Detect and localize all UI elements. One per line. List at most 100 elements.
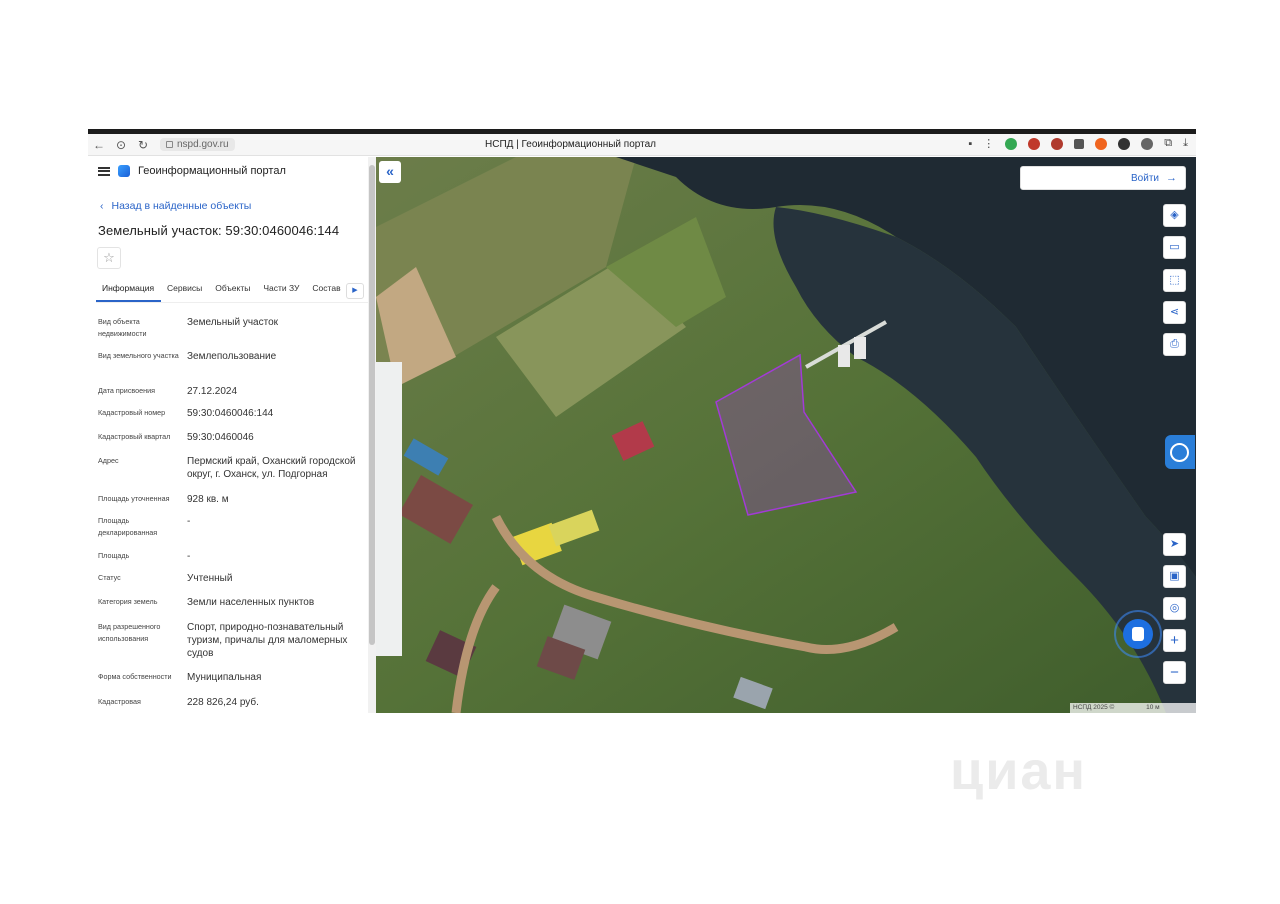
portal-logo-icon xyxy=(118,165,130,177)
select-area-icon: ⬚ xyxy=(1169,274,1180,286)
address-bar[interactable]: nspd.gov.ru xyxy=(160,138,235,151)
property-value: - xyxy=(187,516,191,527)
zoom-out-button[interactable]: − xyxy=(1163,661,1186,684)
portal-name: Геоинформационный портал xyxy=(138,165,286,177)
attribution-text: НСПД 2025 © xyxy=(1073,704,1115,711)
tab-objects[interactable]: Объекты xyxy=(209,279,257,302)
share-button[interactable]: ⋖ xyxy=(1163,301,1186,324)
navigation-icon: ➤ xyxy=(1169,538,1180,550)
property-value: Землепользование xyxy=(187,351,277,362)
map-view[interactable]: « Войти → ◈ ▭ ⬚ ⋖ ⎙ ➤ ▣ ◎ + − НСПД 2025 … xyxy=(376,157,1196,713)
property-label: Статус xyxy=(98,573,121,582)
extensions-bar: ▪ ⋮ ⧉ ⤓ xyxy=(968,137,1188,150)
assistant-icon xyxy=(1123,619,1153,649)
login-arrow-icon: → xyxy=(1166,172,1177,184)
property-label: Вид разрешенного использования xyxy=(98,622,161,643)
property-value: 228 826,24 руб. xyxy=(187,697,259,708)
property-label: Кадастровая xyxy=(98,697,141,706)
property-value: Муниципальная xyxy=(187,672,262,683)
select-area-button[interactable]: ⬚ xyxy=(1163,269,1186,292)
extension-icon-3[interactable] xyxy=(1074,138,1085,149)
property-label: Площадь уточненная xyxy=(98,494,170,503)
layers-icon: ◈ xyxy=(1170,209,1179,221)
share-icon: ⋖ xyxy=(1169,306,1180,318)
bookmark-icon[interactable]: ▪ xyxy=(968,138,972,150)
property-label: Вид объекта недвижимости xyxy=(98,317,147,338)
basemap-icon: ▣ xyxy=(1169,570,1180,582)
page-title: Земельный участок: 59:30:0460046:144 xyxy=(98,223,340,238)
map-attribution: НСПД 2025 © 10 м xyxy=(1070,703,1196,713)
browser-toolbar: ← ⊙ ↻ nspd.gov.ru НСПД | Геоинформационн… xyxy=(88,134,1196,156)
yandex-icon[interactable]: ⊙ xyxy=(110,138,132,152)
property-label: Кадастровый квартал xyxy=(98,432,171,441)
tab-composition[interactable]: Состав xyxy=(306,279,347,302)
zoom-in-button[interactable]: + xyxy=(1163,629,1186,652)
geolocation-icon: ◎ xyxy=(1169,602,1180,614)
info-panel: Геоинформационный портал ‹ Назад в найде… xyxy=(88,157,376,713)
url-text: nspd.gov.ru xyxy=(177,139,229,150)
shield-extension-icon[interactable] xyxy=(1005,137,1018,150)
basemap-button[interactable]: ▣ xyxy=(1163,565,1186,588)
extension-icon-4[interactable] xyxy=(1095,137,1108,150)
property-value: 59:30:0460046 xyxy=(187,432,254,443)
extension-icon-5[interactable] xyxy=(1118,137,1131,150)
watermark-logo: циан xyxy=(950,741,1088,801)
feedback-chat-button[interactable] xyxy=(1165,435,1195,469)
navigate-button[interactable]: ➤ xyxy=(1163,533,1186,556)
print-button[interactable]: ⎙ xyxy=(1163,333,1186,356)
scrollbar-thumb[interactable] xyxy=(369,165,375,645)
lock-icon xyxy=(166,141,173,148)
property-value: 27.12.2024 xyxy=(187,386,238,397)
extension-icon-2[interactable] xyxy=(1051,137,1064,150)
property-label: Категория земель xyxy=(98,597,158,606)
property-value: 59:30:0460046:144 xyxy=(187,408,274,419)
geolocation-button[interactable]: ◎ xyxy=(1163,597,1186,620)
reload-icon[interactable]: ↻ xyxy=(132,138,154,152)
extension-icon-6[interactable] xyxy=(1141,137,1154,150)
plus-icon: + xyxy=(1170,632,1179,649)
download-icon[interactable]: ⤓ xyxy=(1183,137,1188,150)
ruler-icon: ▭ xyxy=(1169,241,1180,253)
property-label: Площадь xyxy=(98,551,130,560)
property-value: Учтенный xyxy=(187,573,233,584)
chevron-left-icon: ‹ xyxy=(100,200,104,212)
tab-bar: Информация Сервисы Объекты Части ЗУ Сост… xyxy=(96,279,368,303)
property-label: Вид земельного участка xyxy=(98,351,179,360)
panel-header: Геоинформационный портал xyxy=(98,165,286,177)
tabs-scroll-right-icon[interactable]: ▶ xyxy=(346,283,364,299)
property-value: Земельный участок xyxy=(187,317,279,328)
scale-bar: 10 м xyxy=(1146,704,1160,711)
browser-window: ← ⊙ ↻ nspd.gov.ru НСПД | Геоинформационн… xyxy=(88,129,1196,713)
favorite-star-icon[interactable]: ☆ xyxy=(97,247,121,269)
property-label: Площадь декларированная xyxy=(98,516,158,537)
back-link-label: Назад в найденные объекты xyxy=(111,200,252,212)
puzzle-icon[interactable]: ⧉ xyxy=(1164,137,1172,150)
property-label: Форма собственности xyxy=(98,672,172,681)
measure-button[interactable]: ▭ xyxy=(1163,236,1186,259)
layers-button[interactable]: ◈ xyxy=(1163,204,1186,227)
tab-services[interactable]: Сервисы xyxy=(161,279,209,302)
login-button[interactable]: Войти → xyxy=(1020,166,1186,190)
property-value: Земли населенных пунктов xyxy=(187,597,315,608)
back-to-results-link[interactable]: ‹ Назад в найденные объекты xyxy=(100,200,251,212)
property-label: Кадастровый номер xyxy=(98,408,166,417)
print-icon: ⎙ xyxy=(1170,338,1179,350)
property-label: Дата присвоения xyxy=(98,386,156,395)
assistant-button[interactable] xyxy=(1114,610,1162,658)
property-value: Спорт, природно-познавательный туризм, п… xyxy=(187,622,348,659)
minus-icon: − xyxy=(1170,664,1179,681)
extension-icon-1[interactable] xyxy=(1028,137,1041,150)
hamburger-menu-icon[interactable] xyxy=(98,166,110,176)
back-arrow-icon[interactable]: ← xyxy=(88,138,110,152)
tab-info[interactable]: Информация xyxy=(96,279,162,302)
property-value: 928 кв. м xyxy=(187,494,229,505)
property-value: Пермский край, Оханский городской округ,… xyxy=(187,456,356,480)
menu-dots-icon[interactable]: ⋮ xyxy=(983,137,994,150)
property-label: Адрес xyxy=(98,456,119,465)
chat-icon xyxy=(1170,443,1189,462)
panel-scrollbar[interactable] xyxy=(368,157,376,713)
collapse-panel-button[interactable]: « xyxy=(379,161,401,183)
page-tab-title: НСПД | Геоинформационный портал xyxy=(485,139,656,150)
tab-parts[interactable]: Части ЗУ xyxy=(257,279,306,302)
satellite-imagery xyxy=(376,157,1196,713)
